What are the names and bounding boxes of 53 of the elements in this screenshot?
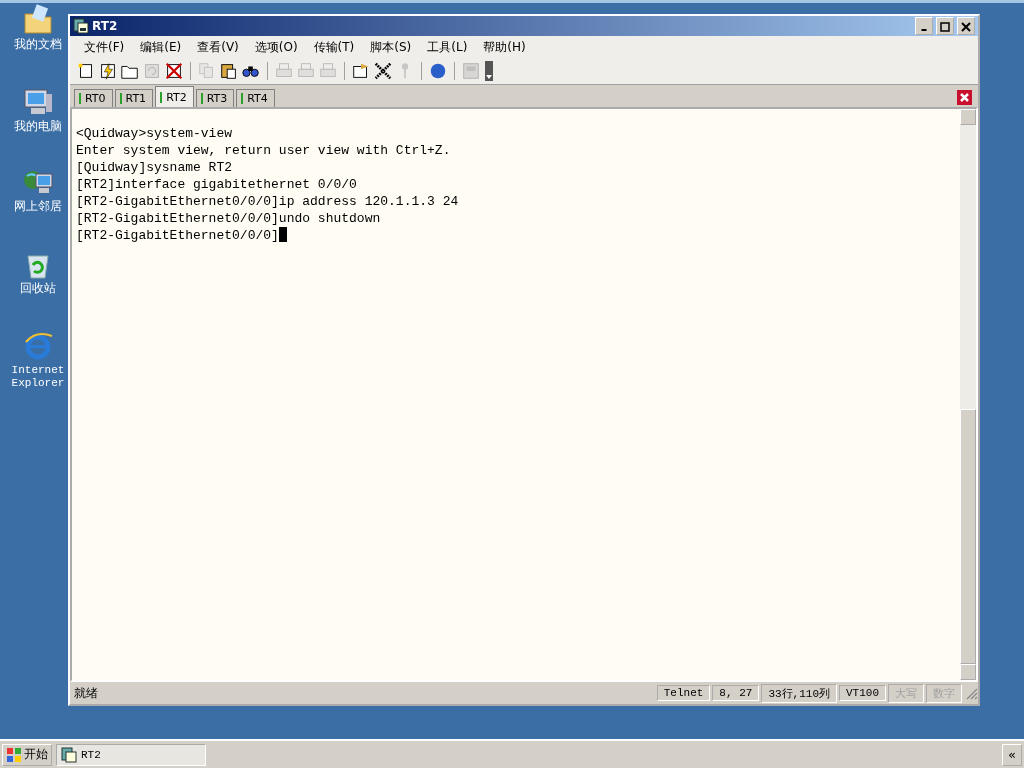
icon-label[interactable]: 我的电脑 [14, 120, 62, 133]
terminal-line: [RT2-GigabitEthernet0/0/0]undo shutdown [76, 210, 381, 227]
menu-item[interactable]: 工具(L) [419, 38, 476, 56]
menu-item[interactable]: 帮助(H) [475, 38, 534, 56]
status-field: Telnet [656, 685, 711, 701]
close-tab-button[interactable] [957, 90, 972, 105]
window-icon [61, 746, 77, 763]
session-tab[interactable]: RT4 [236, 89, 275, 107]
icon-label[interactable]: 网上邻居 [14, 200, 62, 213]
resize-grip-icon[interactable] [964, 686, 978, 700]
menu-item[interactable]: 编辑(E) [132, 38, 190, 56]
status-field: 8, 27 [712, 685, 760, 701]
maximize-icon [940, 22, 950, 32]
maximize-button[interactable] [936, 17, 954, 35]
vertical-scrollbar[interactable] [960, 109, 976, 680]
close-icon [961, 22, 971, 32]
session-tab[interactable]: RT3 [195, 89, 235, 107]
minimize-icon [921, 29, 927, 31]
window-icon [73, 18, 89, 34]
toolbar-overflow-icon[interactable] [485, 61, 493, 81]
session-tab[interactable]: RT2 [155, 86, 194, 107]
show-hidden-icons-button[interactable]: « [1002, 743, 1022, 766]
terminal-line: [RT2]interface gigabitethernet 0/0/0 [76, 176, 357, 193]
session-tab[interactable]: RT1 [114, 89, 154, 107]
close-button[interactable] [957, 17, 975, 35]
menu-item[interactable]: 传输(T) [305, 38, 363, 56]
paste-icon[interactable] [219, 61, 239, 81]
start-button[interactable]: 开始 [2, 743, 52, 766]
icon-label[interactable]: 我的文档 [14, 38, 62, 51]
taskbar-button[interactable]: RT2 [56, 743, 206, 766]
window-title: RT2 [92, 19, 119, 33]
status-field: VT100 [839, 685, 886, 701]
terminal-line: Enter system view, return user view with Ctrl+Z. [76, 142, 451, 159]
menu-item[interactable]: 查看(V) [189, 38, 247, 56]
folder-icon[interactable] [22, 4, 54, 36]
terminal-line: [Quidway]sysname RT2 [76, 159, 233, 176]
windows-logo-icon [6, 746, 22, 763]
terminal-line: <Quidway>system-view [76, 125, 233, 142]
menu-item[interactable]: 选项(O) [246, 38, 306, 56]
browser-icon[interactable] [22, 330, 54, 362]
lightning-icon[interactable] [98, 61, 118, 81]
menu-item[interactable]: 文件(F) [76, 38, 133, 56]
minimize-button[interactable] [915, 17, 933, 35]
key-map-icon[interactable] [373, 61, 393, 81]
disconnect-icon[interactable] [164, 61, 184, 81]
status-field: 33行,110列 [761, 683, 837, 703]
terminal-line: [RT2-GigabitEthernet0/0/0]ip address 120.1.1.3 24 [76, 193, 459, 210]
menu-item[interactable]: 脚本(S) [362, 38, 420, 56]
icon-label[interactable]: Internet Explorer [10, 364, 66, 390]
icon-label[interactable]: 回收站 [20, 282, 56, 295]
terminal-line: [RT2-GigabitEthernet0/0/0] [76, 227, 287, 244]
status-message: 就绪 [74, 684, 99, 702]
session-tab[interactable]: RT0 [74, 89, 113, 107]
